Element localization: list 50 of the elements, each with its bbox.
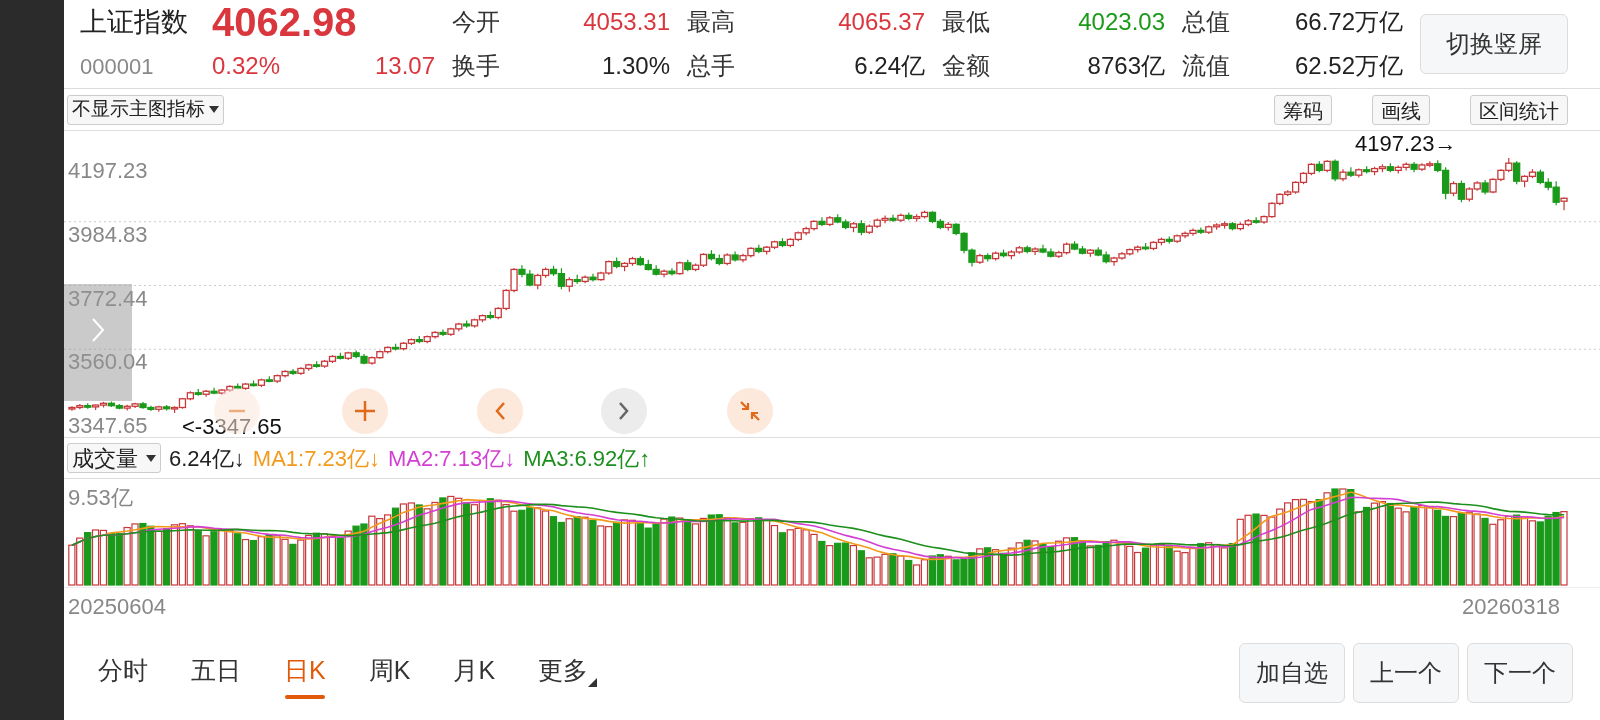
tool-button[interactable]: 画线 [1372,94,1430,125]
tool-button[interactable]: 筹码 [1274,94,1332,125]
stat-label: 总手 [686,51,736,81]
more-tab[interactable]: 更多 [538,645,598,700]
price-axis-label: 3984.83 [68,223,148,246]
moving-average-value: MA1:7.23亿↓ [252,444,380,473]
stat-value: 62.52万亿 [1293,51,1403,81]
index-name: 上证指数 [80,5,189,39]
volume-select[interactable]: 成交量 [67,443,161,473]
stat-value: 8763亿 [1086,51,1165,81]
index-price: 4062.98 [212,2,358,42]
period-tab[interactable]: 五日 [191,645,241,700]
stat-label: 最高 [686,7,736,37]
volume-value: 6.24亿↓ [169,444,245,473]
price-axis-label: 3347.65 [68,415,148,437]
moving-average-value: MA3:6.92亿↑ [523,444,651,473]
stat-value: 4065.37 [837,7,925,37]
price-axis-label: 3560.04 [68,351,148,374]
period-tab[interactable]: 周K [368,645,411,700]
stat-label: 总值 [1181,7,1231,37]
change-percent: 0.32% [212,51,281,81]
stat-label: 最低 [941,7,991,37]
action-button[interactable]: 加自选 [1239,642,1345,703]
price-axis-label: 3772.44 [68,287,148,310]
price-axis-label: 4197.23 [68,160,148,182]
period-tab[interactable]: 分时 [98,645,148,700]
stat-label: 今开 [451,7,501,37]
date-label: 20250604 [68,593,166,621]
change-value: 13.07 [374,51,435,81]
max-price-marker: 4197.23→ [1355,133,1457,155]
action-button[interactable]: 下一个 [1467,642,1573,703]
stat-label: 金额 [941,51,991,81]
min-price-marker: <-3347.65 [182,416,282,438]
stat-value: 66.72万亿 [1293,7,1403,37]
period-tab[interactable]: 月K [453,645,496,700]
moving-average-value: MA2:7.13亿↓ [388,444,516,473]
tool-button[interactable]: 区间统计 [1470,94,1568,125]
stat-value: 4053.31 [582,7,670,37]
index-code: 000001 [80,52,155,81]
stat-value: 4023.03 [1077,7,1165,37]
volume-axis-label: 9.53亿 [68,487,133,509]
period-tab[interactable]: 日K [284,645,326,700]
stat-label: 换手 [451,51,501,81]
indicator-select[interactable]: 不显示主图指标 [67,94,224,125]
date-label: 20260318 [1462,593,1560,621]
stat-value: 6.24亿 [853,51,925,81]
action-button[interactable]: 上一个 [1353,642,1459,703]
stat-value: 1.30% [600,51,670,81]
rotate-screen-button[interactable]: 切换竖屏 [1420,14,1568,74]
stat-label: 流值 [1181,51,1231,81]
